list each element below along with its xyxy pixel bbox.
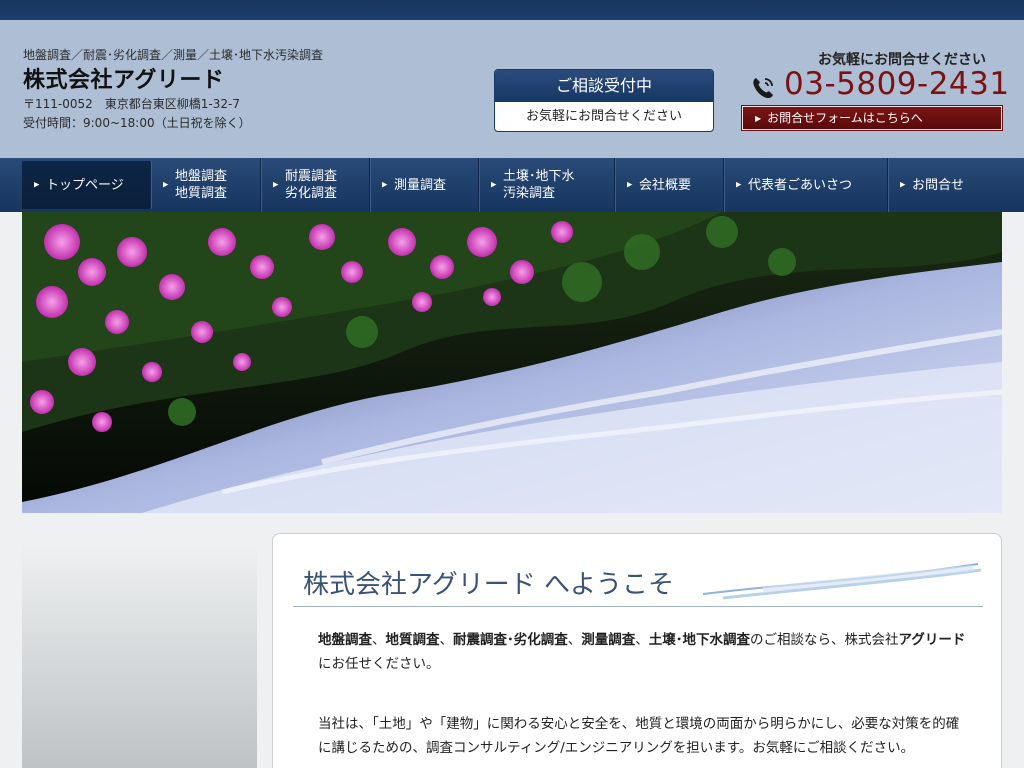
contact-form-button[interactable]: ▶ お問合せフォームはこちらへ (741, 105, 1003, 131)
nav-item-top[interactable]: ▶ トップページ (22, 161, 151, 209)
sidebar (22, 543, 257, 768)
arrow-right-icon: ▶ (755, 114, 762, 123)
nav-item-greeting[interactable]: ▶ 代表者ごあいさつ (724, 158, 888, 212)
arrow-right-icon: ▶ (736, 180, 742, 189)
arrow-right-icon: ▶ (163, 180, 169, 189)
consultation-box: ご相談受付中 お気軽にお問合せください (494, 69, 714, 132)
main-nav: ▶ トップページ ▶ 地盤調査 地質調査 ▶ 耐震調査 劣化調査 ▶ 測量調査 ▶ … (0, 158, 1024, 212)
site-header: 地盤調査／耐震･劣化調査／測量／土壌･地下水汚染調査 株式会社アグリード 〒11… (0, 20, 1024, 158)
arrow-right-icon: ▶ (273, 180, 279, 189)
arrow-right-icon: ▶ (627, 180, 633, 189)
nav-item-soil-survey[interactable]: ▶ 土壌･地下水 汚染調査 (479, 158, 615, 212)
nav-item-contact[interactable]: ▶ お問合せ (888, 158, 1002, 212)
top-bar (0, 0, 1024, 20)
arrow-right-icon: ▶ (491, 180, 497, 189)
about-paragraph: 当社は、「土地」や「建物」に関わる安心と安全を、地質と環境の両面から明らかにし、… (318, 716, 960, 756)
welcome-title: 株式会社アグリード へようこそ (303, 570, 674, 600)
title-divider (293, 606, 983, 607)
site-tagline: 地盤調査／耐震･劣化調査／測量／土壌･地下水汚染調査 (23, 48, 324, 62)
hero-stream-illustration (22, 212, 1002, 513)
arrow-right-icon: ▶ (34, 180, 40, 189)
company-address: 〒111-0052 東京都台東区柳橋1-32-7 (23, 97, 240, 111)
intro-paragraph: 地盤調査、地質調査、耐震調査･劣化調査、測量調査、土壌･地下水調査のご相談なら、… (318, 632, 966, 672)
arrow-right-icon: ▶ (900, 180, 906, 189)
main-content: 株式会社アグリード へようこそ 地盤調査、地質調査、耐震調査･劣化調査、測量調査… (272, 533, 1002, 768)
nav-item-company[interactable]: ▶ 会社概要 (615, 158, 724, 212)
phone-icon (753, 78, 773, 99)
nav-item-ground-survey[interactable]: ▶ 地盤調査 地質調査 (151, 158, 261, 212)
arrow-right-icon: ▶ (382, 180, 388, 189)
nav-item-seismic-survey[interactable]: ▶ 耐震調査 劣化調査 (261, 158, 370, 212)
hero-image (22, 212, 1002, 513)
consultation-title: ご相談受付中 (495, 70, 713, 102)
contact-form-button-label: お問合せフォームはこちらへ (767, 111, 923, 125)
title-swoosh-decoration (703, 563, 982, 600)
business-hours: 受付時間：9:00~18:00（土日祝を除く） (23, 116, 251, 130)
phone-number[interactable]: 03-5809-2431 (784, 66, 1010, 102)
consultation-subtitle: お気軽にお問合せください (525, 109, 682, 124)
company-logo-text[interactable]: 株式会社アグリード (23, 62, 224, 94)
nav-item-measurement-survey[interactable]: ▶ 測量調査 (370, 158, 479, 212)
